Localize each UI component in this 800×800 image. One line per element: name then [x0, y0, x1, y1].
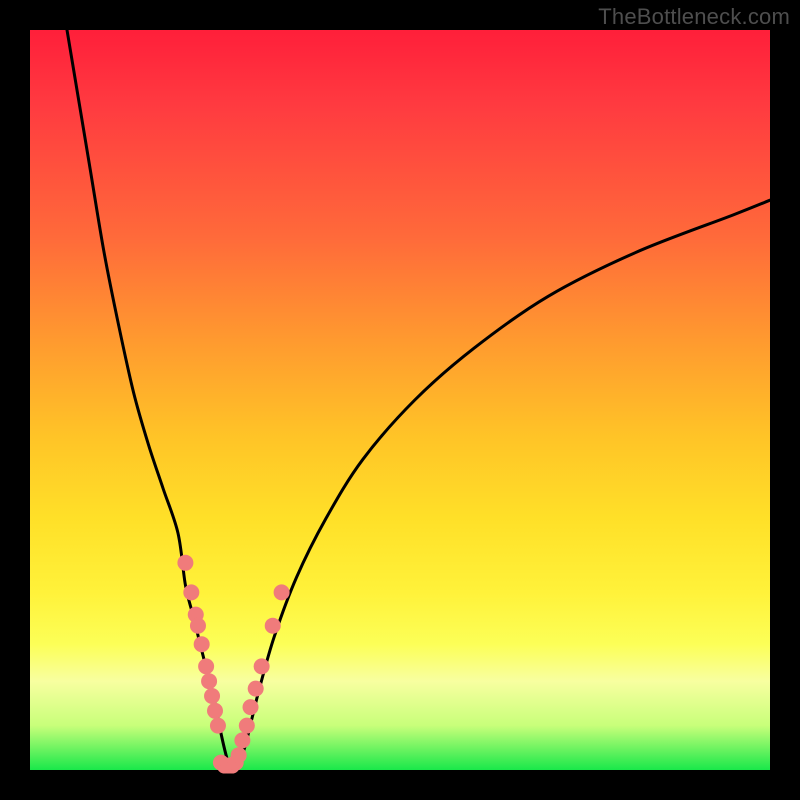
dot [243, 699, 259, 715]
dot [177, 555, 193, 571]
curves-layer [67, 30, 770, 768]
dot [207, 703, 223, 719]
dot [194, 636, 210, 652]
dot [210, 718, 226, 734]
dot [274, 584, 290, 600]
dot [254, 658, 270, 674]
dot [190, 618, 206, 634]
chart-frame: TheBottleneck.com [0, 0, 800, 800]
dot [248, 681, 264, 697]
series-curve-left [67, 30, 230, 766]
chart-svg [30, 30, 770, 770]
series-curve-right [237, 200, 770, 766]
dot [234, 732, 250, 748]
scatter-layer [177, 555, 289, 774]
dot [231, 747, 247, 763]
dot [198, 658, 214, 674]
dot [265, 618, 281, 634]
dot [201, 673, 217, 689]
plot-area [30, 30, 770, 770]
watermark-text: TheBottleneck.com [598, 4, 790, 30]
dot [204, 688, 220, 704]
dot [239, 718, 255, 734]
dot [183, 584, 199, 600]
